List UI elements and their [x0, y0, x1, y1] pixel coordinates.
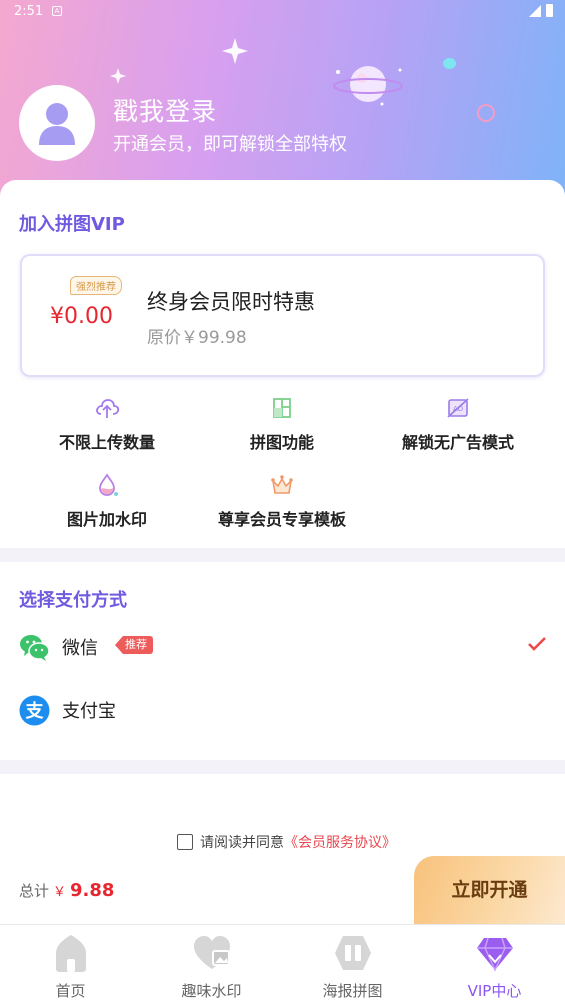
profile-header: 2:51 A 戳我登录 开通会员，即可解锁全部特权: [0, 0, 565, 200]
decor-dot: [443, 58, 456, 69]
offer-original-price: 原价￥99.98: [147, 328, 247, 348]
poster-icon: [334, 936, 371, 970]
total-amount: 9.88: [70, 880, 115, 901]
payment-option-alipay[interactable]: 支 支付宝: [0, 689, 565, 739]
heart-image-icon: [193, 936, 230, 969]
check-icon: [528, 637, 546, 651]
crown-icon: [271, 475, 293, 494]
tab-watermark[interactable]: 趣味水印: [141, 925, 282, 1004]
tab-label: 趣味水印: [181, 982, 242, 1000]
cloud-upload-icon: [96, 399, 120, 418]
agreement-text: 请阅读并同意: [200, 835, 284, 851]
section-divider: [0, 548, 565, 562]
payment-label-alipay: 支付宝: [62, 701, 116, 722]
offer-price: ¥0.00: [50, 304, 113, 329]
feature-label: 拼图功能: [249, 433, 314, 452]
notification-a-icon: A: [52, 6, 62, 16]
feature-label: 解锁无广告模式: [401, 433, 514, 452]
tab-poster[interactable]: 海报拼图: [282, 925, 423, 1004]
watermark-drop-icon: [99, 473, 118, 496]
recommend-badge: 强烈推荐: [70, 276, 122, 295]
total-price: 总计 ￥ 9.88: [19, 880, 114, 901]
feature-watermark: 图片加水印: [17, 472, 197, 530]
tab-label: 首页: [55, 982, 86, 1000]
svg-text:支: 支: [25, 700, 45, 722]
service-agreement-link[interactable]: 《会员服务协议》: [284, 835, 396, 851]
feature-label: 尊享会员专享模板: [217, 510, 346, 529]
vip-section-title: 加入拼图VIP: [19, 214, 125, 235]
tab-label: VIP中心: [467, 982, 522, 1000]
feature-label: 不限上传数量: [58, 433, 155, 452]
diamond-icon: [476, 937, 513, 972]
offer-title: 终身会员限时特惠: [147, 290, 315, 314]
tab-home[interactable]: 首页: [0, 925, 141, 1004]
home-icon: [55, 935, 86, 972]
no-ads-icon: AD: [447, 398, 469, 418]
signal-icon: [529, 5, 541, 17]
login-subtitle: 开通会员，即可解锁全部特权: [113, 134, 347, 155]
feature-no-ads: AD 解锁无广告模式: [368, 395, 548, 453]
feature-unlimited-upload: 不限上传数量: [17, 395, 197, 453]
avatar[interactable]: [19, 85, 95, 161]
tab-label: 海报拼图: [322, 982, 383, 1000]
bottom-tab-bar: 首页 趣味水印 海报拼图 VIP中心: [0, 924, 565, 1004]
sparkle-small-icon: [110, 68, 126, 84]
wechat-icon: [20, 635, 50, 661]
agreement-checkbox[interactable]: [177, 834, 193, 850]
payment-section-title: 选择支付方式: [19, 590, 127, 611]
status-time: 2:51: [14, 4, 44, 19]
total-currency: ￥: [53, 885, 67, 900]
feature-templates: 尊享会员专享模板: [192, 472, 372, 530]
alipay-icon: 支: [19, 695, 50, 726]
collage-icon: [273, 398, 291, 418]
payment-option-wechat[interactable]: 微信 推荐: [0, 626, 565, 676]
planet-icon: [333, 66, 403, 106]
login-title[interactable]: 戳我登录: [113, 92, 217, 128]
tab-vip[interactable]: VIP中心: [424, 925, 565, 1004]
payment-label-wechat: 微信: [62, 638, 98, 659]
agreement-row[interactable]: 请阅读并同意《会员服务协议》: [177, 832, 396, 852]
recommend-tag: 推荐: [115, 636, 153, 654]
feature-label: 图片加水印: [66, 510, 147, 529]
decor-ring: [477, 104, 495, 122]
open-vip-button[interactable]: 立即开通: [414, 856, 565, 924]
status-bar: 2:51 A: [0, 0, 565, 24]
section-divider: [0, 760, 565, 774]
sparkle-icon: [222, 38, 248, 64]
lifetime-offer-card[interactable]: 强烈推荐 ¥0.00 终身会员限时特惠 原价￥99.98: [20, 254, 545, 377]
total-label: 总计: [19, 882, 50, 900]
battery-icon: [546, 4, 553, 17]
feature-collage: 拼图功能: [192, 395, 372, 453]
user-icon: [39, 103, 75, 145]
